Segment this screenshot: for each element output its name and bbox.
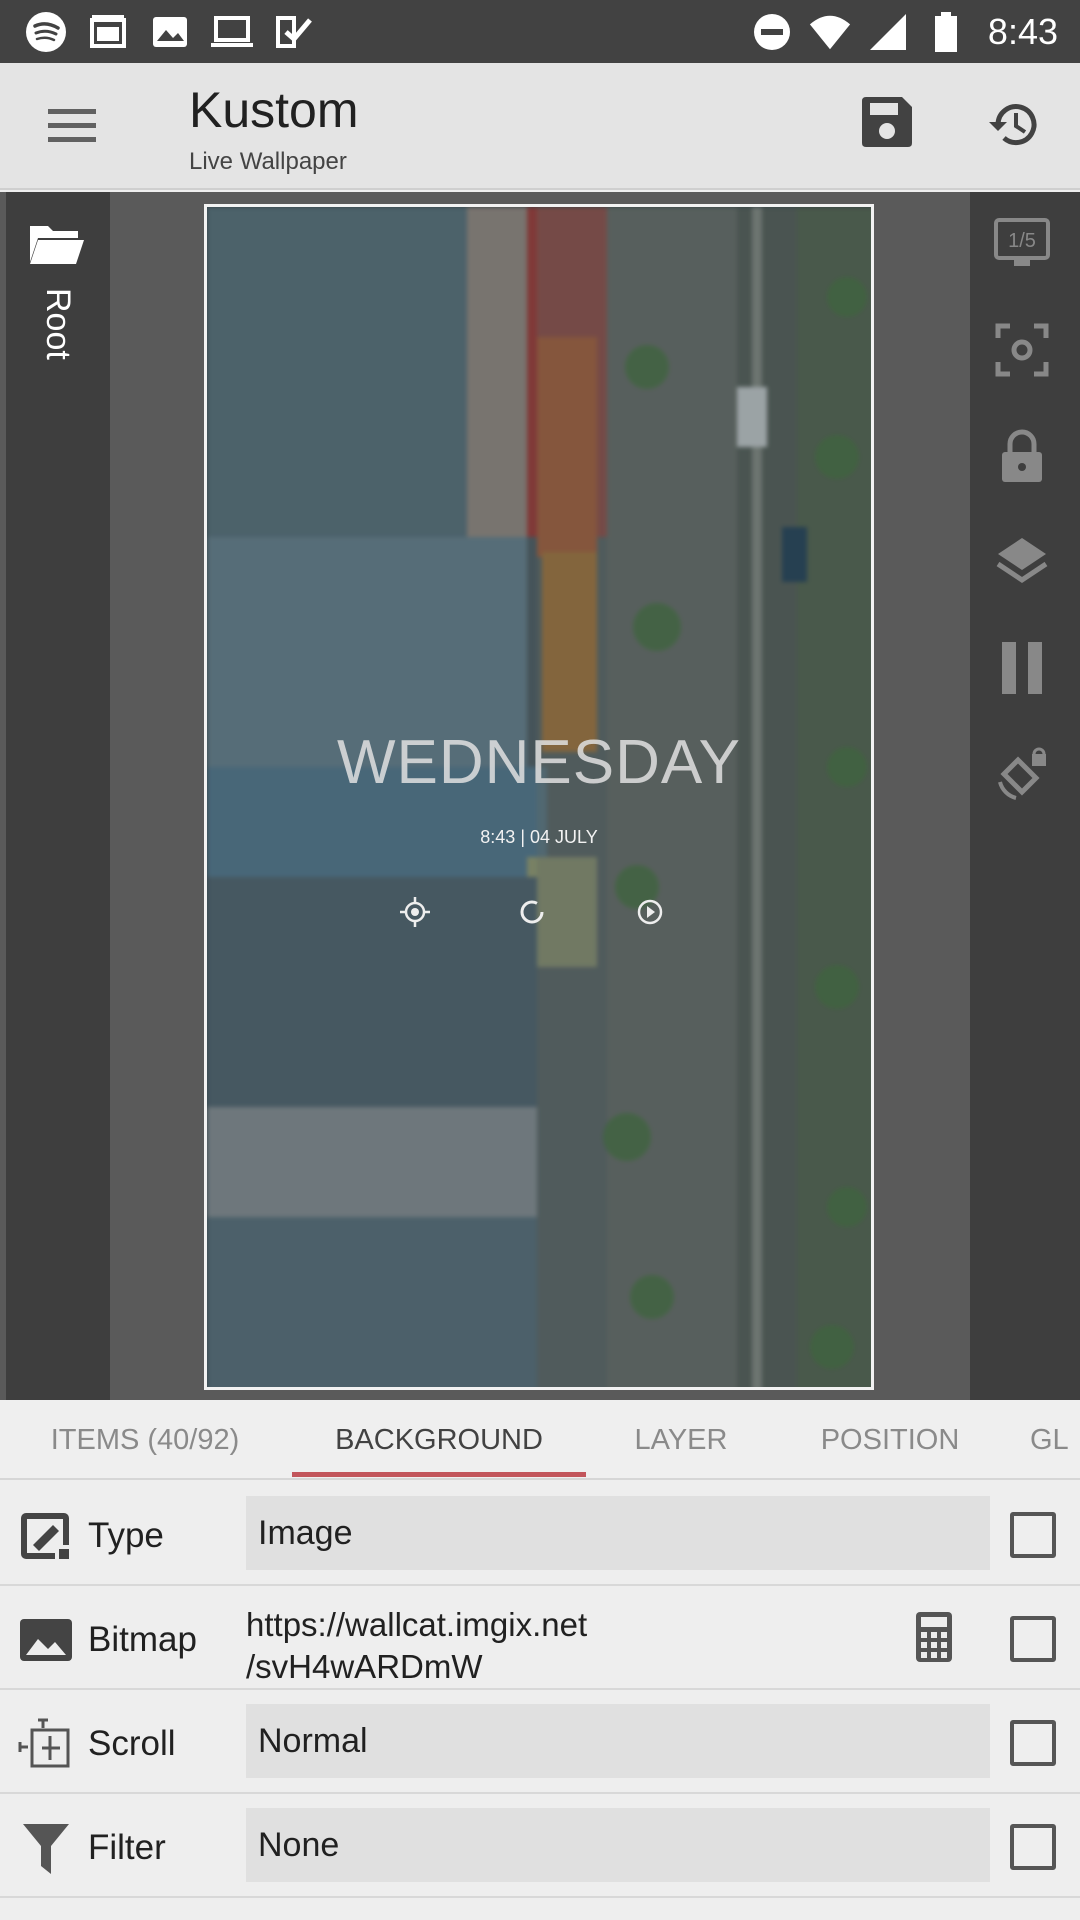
app-title: Kustom <box>189 82 359 138</box>
lock-icon <box>1002 429 1042 482</box>
clock: 8:43 <box>987 10 1058 52</box>
tab-background[interactable]: BACKGROUND <box>292 1400 586 1478</box>
folder-button[interactable] <box>28 222 88 272</box>
history-icon <box>989 104 1037 146</box>
property-row-bitmap[interactable]: Bitmap https://wallcat.imgix.net /svH4wA… <box>0 1586 1080 1690</box>
property-row-type[interactable]: Type Image <box>0 1482 1080 1586</box>
menu-button[interactable] <box>44 99 100 151</box>
gallery-icon <box>148 10 192 54</box>
right-rail: 1/5 <box>970 192 1080 1400</box>
battery-icon <box>924 10 968 54</box>
image-icon <box>18 1612 74 1668</box>
bitmap-url-line1: https://wallcat.imgix.net <box>246 1606 588 1643</box>
pause-button[interactable] <box>990 636 1054 700</box>
bitmap-formula-checkbox[interactable] <box>1010 1616 1056 1662</box>
bitmap-url-line2: /svH4wARDmW <box>246 1648 483 1685</box>
type-formula-checkbox[interactable] <box>1010 1512 1056 1558</box>
do-not-disturb-icon <box>750 10 794 54</box>
save-button[interactable] <box>858 93 920 155</box>
editor-tabs: ITEMS (40/92) BACKGROUND LAYER POSITION … <box>0 1400 1080 1480</box>
type-select[interactable]: Image <box>246 1496 990 1570</box>
property-row-filter[interactable]: Filter None <box>0 1794 1080 1898</box>
cast-icon <box>86 10 130 54</box>
spotify-icon <box>24 10 68 54</box>
weekday-text: WEDNESDAY <box>336 728 741 797</box>
type-icon <box>18 1508 74 1564</box>
tab-items[interactable]: ITEMS (40/92) <box>10 1400 280 1478</box>
filter-formula-checkbox[interactable] <box>1010 1824 1056 1870</box>
active-tab-indicator <box>292 1472 586 1477</box>
editor-canvas: Root WEDNESDAY 8:43 | 04 JULY 1/5 <box>0 192 1080 1400</box>
property-label: Scroll <box>88 1724 176 1763</box>
filter-icon <box>18 1820 74 1876</box>
layers-icon <box>996 538 1048 584</box>
status-bar: 8:43 <box>0 0 1080 63</box>
rotation-lock-button[interactable] <box>990 742 1054 806</box>
screenshot-button[interactable] <box>990 318 1054 382</box>
save-icon <box>862 97 912 147</box>
app-subtitle: Live Wallpaper <box>189 148 347 175</box>
pause-icon <box>1002 642 1042 694</box>
scroll-select[interactable]: Normal <box>246 1704 990 1778</box>
filter-select[interactable]: None <box>246 1808 990 1882</box>
layers-button[interactable] <box>990 530 1054 594</box>
laptop-icon <box>210 10 254 54</box>
property-row-scroll[interactable]: Scroll Normal <box>0 1690 1080 1794</box>
tab-global[interactable]: GL <box>1030 1400 1080 1478</box>
signal-icon <box>866 10 910 54</box>
folder-open-icon <box>30 226 84 264</box>
bitmap-url[interactable]: https://wallcat.imgix.net /svH4wARDmW <box>246 1604 587 1688</box>
svg-text:1/5: 1/5 <box>1008 230 1036 252</box>
lock-button[interactable] <box>990 424 1054 488</box>
refresh-icon[interactable] <box>517 897 547 927</box>
left-rail: Root <box>6 192 110 1400</box>
tasks-icon <box>272 10 316 54</box>
root-breadcrumb[interactable]: Root <box>38 288 77 360</box>
monitor-icon: 1/5 <box>994 218 1050 266</box>
history-button[interactable] <box>986 95 1048 157</box>
target-icon[interactable] <box>400 897 430 927</box>
property-label: Bitmap <box>88 1620 197 1659</box>
tab-layer[interactable]: LAYER <box>600 1400 762 1478</box>
app-bar: Kustom Live Wallpaper <box>0 63 1080 190</box>
hamburger-icon <box>48 109 96 142</box>
preview-page-button[interactable]: 1/5 <box>990 212 1054 276</box>
screenshot-icon <box>995 323 1049 377</box>
play-icon[interactable] <box>635 897 665 927</box>
scroll-icon <box>18 1716 74 1772</box>
property-label: Filter <box>88 1828 166 1867</box>
scroll-formula-checkbox[interactable] <box>1010 1720 1056 1766</box>
time-date-text: 8:43 | 04 JULY <box>480 827 598 847</box>
tab-position[interactable]: POSITION <box>790 1400 990 1478</box>
wallpaper-preview[interactable]: WEDNESDAY 8:43 | 04 JULY <box>204 204 874 1390</box>
rotate-lock-icon <box>998 747 1046 800</box>
wifi-icon <box>808 10 852 54</box>
calculator-icon[interactable] <box>914 1610 962 1668</box>
property-label: Type <box>88 1516 164 1555</box>
